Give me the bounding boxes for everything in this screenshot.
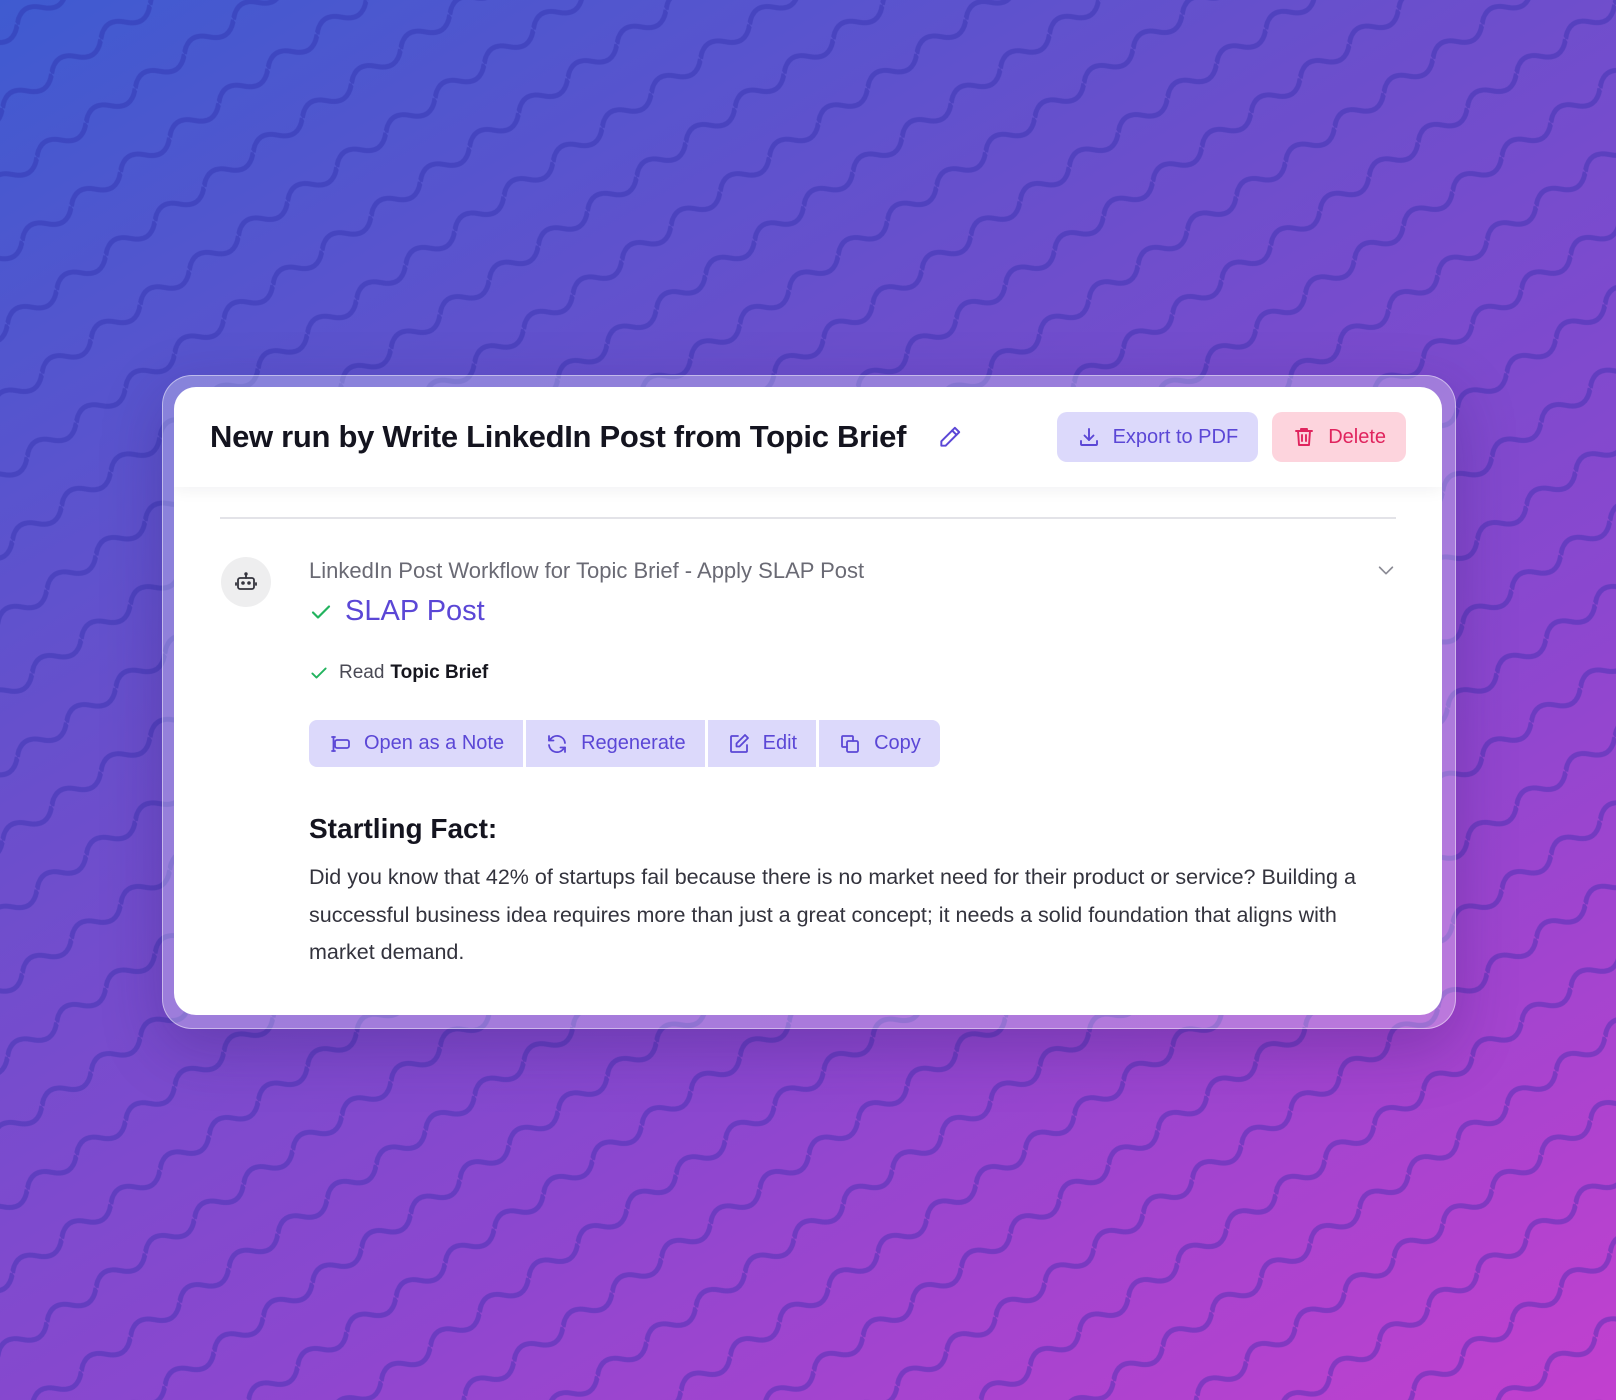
output-heading: Startling Fact: [309,813,498,844]
export-pdf-button[interactable]: Export to PDF [1056,412,1259,462]
read-status: Read Topic Brief [309,662,1399,684]
read-target: Topic Brief [390,662,489,683]
check-icon [311,667,327,679]
trash-icon [1295,428,1314,446]
run-card: New run by Write LinkedIn Post from Topi… [174,387,1442,1015]
run-header: New run by Write LinkedIn Post from Topi… [174,387,1442,487]
robot-icon [235,572,257,590]
output-paragraph: Did you know that 42% of startups fail b… [309,865,1356,964]
export-pdf-label: Export to PDF [1112,425,1239,448]
header-actions: Export to PDF Delete [1056,412,1406,462]
refresh-icon [548,734,566,753]
delete-button[interactable]: Delete [1272,412,1406,462]
note-icon [331,735,350,752]
avatar [221,557,271,607]
download-icon [1079,428,1098,446]
copy-icon [841,734,859,753]
edit-label: Edit [762,732,798,754]
run-content: LinkedIn Post Workflow for Topic Brief -… [309,557,1399,972]
copy-button[interactable]: Copy [819,720,940,767]
read-prefix: Read [339,662,385,683]
regenerate-button[interactable]: Regenerate [526,720,705,767]
workflow-name: LinkedIn Post Workflow for Topic Brief -… [309,558,865,583]
edit-button[interactable]: Edit [707,720,817,767]
copy-label: Copy [874,732,921,754]
delete-label: Delete [1328,425,1386,448]
open-as-note-label: Open as a Note [364,732,505,754]
open-as-note-button[interactable]: Open as a Note [309,720,524,767]
edit-icon [729,733,749,753]
output-actions: Open as a Note Regenerate Edit Copy [309,720,1399,767]
regenerate-label: Regenerate [581,732,686,754]
step-title-label: SLAP Post [345,595,485,627]
divider [220,517,1396,519]
pencil-icon[interactable] [936,423,964,451]
check-icon [311,604,331,619]
step-title: SLAP Post [309,595,1399,628]
page-title: New run by Write LinkedIn Post from Topi… [210,419,907,454]
